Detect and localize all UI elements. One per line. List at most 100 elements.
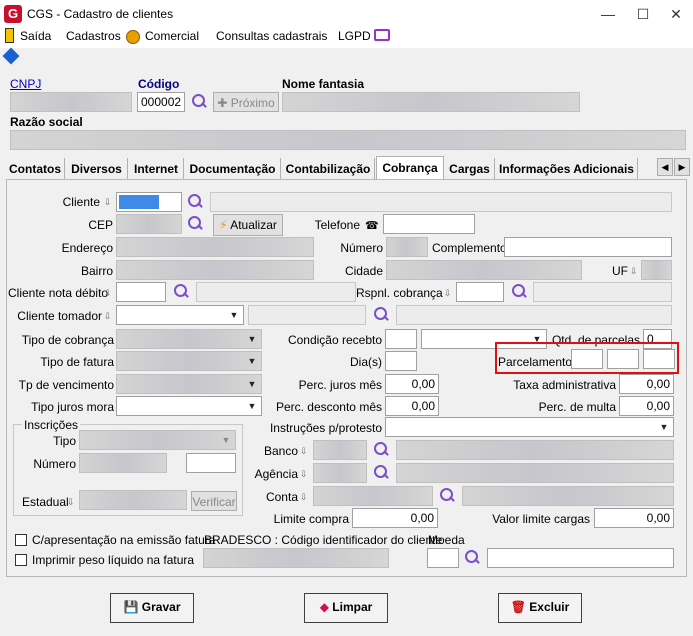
numero-insc-extra[interactable] — [186, 453, 236, 473]
coins-icon — [126, 30, 140, 44]
atualizar-button[interactable]: ⚡ Atualizar — [213, 214, 283, 236]
search-icon[interactable] — [372, 306, 390, 324]
taxa-administrativa-input[interactable]: 0,00 — [619, 374, 674, 394]
telefone-label: Telefone — [314, 218, 360, 232]
instrucoes-select[interactable]: ▼ — [385, 417, 674, 437]
cliente-tomador-select[interactable]: ▼ — [116, 305, 244, 325]
limite-compra-label: Limite compra — [273, 512, 349, 526]
tab-informacoes-adicionais[interactable]: Informações Adicionais — [496, 158, 638, 180]
numero-insc-input[interactable] — [79, 453, 167, 473]
valor-limite-cargas-input[interactable]: 0,00 — [594, 508, 674, 528]
cliente-nota-debito-input[interactable] — [116, 282, 166, 302]
bairro-input[interactable] — [116, 260, 314, 280]
parcelamento-input-2[interactable] — [607, 349, 639, 369]
cidade-label: Cidade — [344, 264, 383, 278]
bradesco-code-input[interactable] — [203, 548, 389, 568]
imprimir-peso-checkbox[interactable] — [15, 554, 27, 566]
search-icon[interactable] — [372, 441, 390, 459]
telefone-input[interactable] — [383, 214, 475, 234]
condicao-recebto-label: Condição recebto — [287, 333, 382, 347]
complemento-input[interactable] — [504, 237, 672, 257]
estadual-input[interactable] — [79, 490, 187, 510]
perc-juros-mes-input[interactable]: 0,00 — [385, 374, 439, 394]
menu-lgpd[interactable]: LGPD — [338, 29, 371, 43]
agencia-input[interactable] — [313, 463, 367, 483]
proximo-button[interactable]: ✚ Próximo — [213, 92, 279, 112]
cliente-name-input — [210, 192, 672, 212]
tipo-label: Tipo — [53, 434, 76, 448]
search-icon[interactable] — [172, 283, 190, 301]
codigo-label: Código — [138, 77, 180, 91]
dias-input[interactable] — [385, 351, 417, 371]
moeda-code-input[interactable] — [427, 548, 459, 568]
cliente-tomador-label: Cliente tomador — [17, 309, 102, 323]
banco-input[interactable] — [313, 440, 367, 460]
exit-icon — [5, 28, 14, 43]
codigo-input[interactable]: 000002 — [137, 92, 185, 112]
perc-multa-label: Perc. de multa — [538, 400, 616, 414]
condicao-recebto-code[interactable] — [385, 329, 417, 349]
moeda-name-input[interactable] — [487, 548, 674, 568]
window-title: CGS - Cadastro de clientes — [27, 7, 174, 21]
minimize-button[interactable]: — — [592, 2, 624, 26]
rspnl-cobranca-input[interactable] — [456, 282, 504, 302]
cep-input[interactable] — [116, 214, 182, 234]
tipo-cobranca-select[interactable]: ▼ — [116, 329, 262, 349]
numero-input[interactable] — [386, 237, 428, 257]
tab-cobranca[interactable]: Cobrança — [376, 156, 444, 180]
tab-internet[interactable]: Internet — [129, 158, 184, 180]
banco-name — [396, 440, 674, 460]
cnpj-input[interactable] — [10, 92, 132, 112]
menu-consultas[interactable]: Consultas cadastrais — [216, 29, 327, 43]
search-icon[interactable] — [438, 487, 456, 505]
tab-cargas[interactable]: Cargas — [445, 158, 495, 180]
verificar-button[interactable]: Verificar — [191, 491, 237, 511]
menu-comercial[interactable]: Comercial — [145, 29, 199, 43]
close-button[interactable]: ✕ — [660, 2, 692, 26]
floppy-icon: 💾 — [123, 600, 139, 614]
nome-fantasia-input[interactable] — [282, 92, 580, 112]
uf-input[interactable] — [641, 260, 672, 280]
tipo-select[interactable]: ▼ — [79, 430, 236, 450]
tp-vencimento-select[interactable]: ▼ — [116, 374, 262, 394]
excluir-button[interactable]: 🗑 Excluir — [498, 593, 582, 623]
search-icon[interactable] — [190, 93, 208, 111]
menu-cadastros[interactable]: Cadastros — [66, 29, 121, 43]
conta-input[interactable] — [313, 486, 433, 506]
numero-insc-label: Número — [33, 457, 76, 471]
search-icon[interactable] — [463, 549, 481, 567]
parcelamento-input-1[interactable] — [571, 349, 603, 369]
numero-label: Número — [340, 241, 383, 255]
parcelamento-input-3[interactable] — [643, 349, 675, 369]
c-apresentacao-checkbox[interactable] — [15, 534, 27, 546]
cidade-input[interactable] — [386, 260, 582, 280]
tab-next-button[interactable]: ▶ — [674, 158, 690, 176]
maximize-button[interactable]: ☐ — [627, 2, 659, 26]
perc-multa-input[interactable]: 0,00 — [619, 396, 674, 416]
diamond-icon[interactable] — [2, 47, 20, 65]
razao-social-input[interactable] — [10, 130, 686, 150]
tab-contabilizacao[interactable]: Contabilização — [282, 158, 375, 180]
cep-label: CEP — [88, 218, 113, 232]
tab-contatos[interactable]: Contatos — [6, 158, 65, 180]
cliente-code-input[interactable] — [116, 192, 182, 212]
arrow-down-icon: ⇩ — [104, 288, 112, 298]
tipo-juros-mora-select[interactable]: ▼ — [116, 396, 262, 416]
perc-desconto-mes-input[interactable]: 0,00 — [385, 396, 439, 416]
cnpj-label[interactable]: CNPJ — [10, 77, 41, 91]
limite-compra-input[interactable]: 0,00 — [352, 508, 438, 528]
parcelamento-label: Parcelamento — [498, 355, 573, 369]
search-icon[interactable] — [186, 215, 204, 233]
endereco-input[interactable] — [116, 237, 314, 257]
tipo-fatura-select[interactable]: ▼ — [116, 351, 262, 371]
gravar-button[interactable]: 💾 Gravar — [110, 593, 194, 623]
limpar-button[interactable]: ◆ Limpar — [304, 593, 388, 623]
monitor-icon[interactable] — [374, 29, 390, 41]
search-icon[interactable] — [186, 193, 204, 211]
search-icon[interactable] — [510, 283, 528, 301]
tab-documentacao[interactable]: Documentação — [185, 158, 281, 180]
tab-prev-button[interactable]: ◀ — [657, 158, 673, 176]
menu-saida[interactable]: Saída — [20, 29, 51, 43]
tab-diversos[interactable]: Diversos — [66, 158, 128, 180]
search-icon[interactable] — [372, 464, 390, 482]
